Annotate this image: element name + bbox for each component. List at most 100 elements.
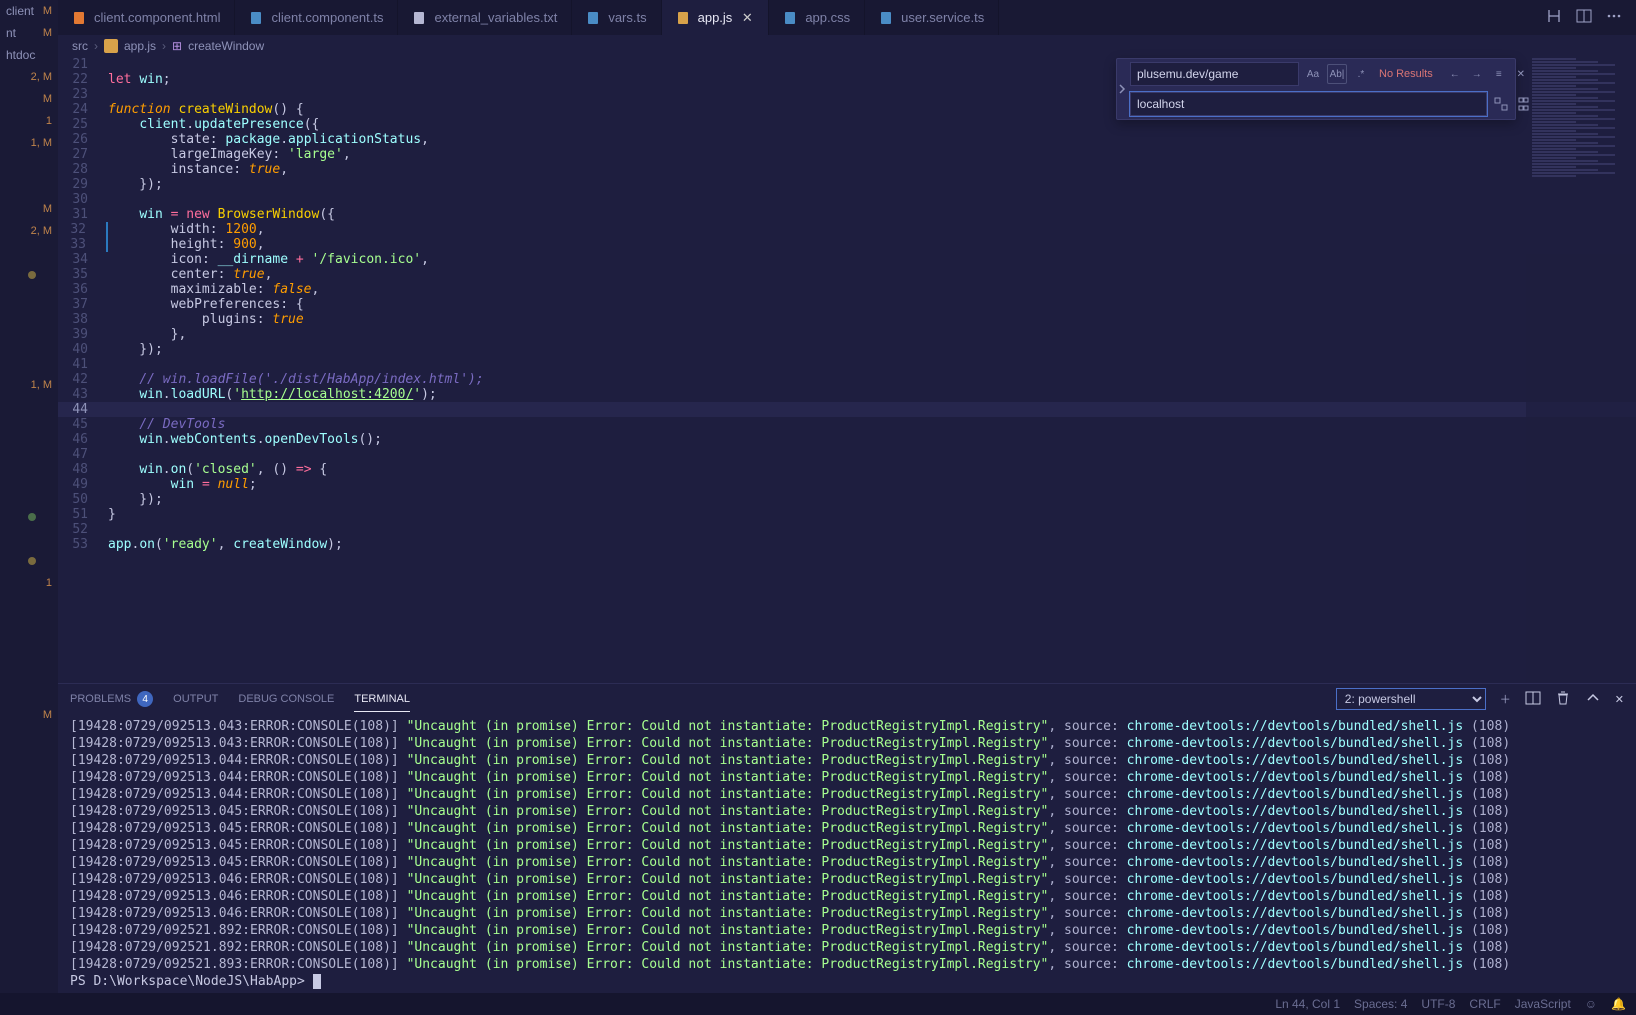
explorer-item[interactable]: htdocs/ga... (0, 44, 58, 66)
code-line[interactable]: win.on('closed', () => { (108, 462, 1636, 477)
tab-user-service-ts[interactable]: user.service.ts (865, 0, 999, 35)
tab-terminal[interactable]: TERMINAL (354, 687, 410, 712)
terminal-prompt[interactable]: PS D:\Workspace\NodeJS\HabApp> (70, 973, 1624, 990)
status-encoding[interactable]: UTF-8 (1421, 997, 1455, 1011)
status-eol[interactable]: CRLF (1469, 997, 1500, 1011)
explorer-item[interactable] (0, 528, 58, 550)
minimap[interactable] (1526, 57, 1636, 682)
breadcrumb-symbol[interactable]: createWindow (188, 39, 264, 53)
code-line[interactable]: }, (108, 327, 1636, 342)
line-number[interactable]: 50 (58, 492, 108, 507)
line-number[interactable]: 27 (58, 147, 108, 162)
line-number[interactable]: 41 (58, 357, 108, 372)
line-number[interactable]: 38 (58, 312, 108, 327)
line-number[interactable]: 35 (58, 267, 108, 282)
code-line[interactable]: // win.loadFile('./dist/HabApp/index.htm… (108, 372, 1636, 387)
explorer-item[interactable]: 1, M (0, 132, 58, 154)
code-line[interactable] (108, 402, 1636, 417)
line-number[interactable]: 51 (58, 507, 108, 522)
explorer-item[interactable] (0, 660, 58, 682)
line-number[interactable]: 31 (58, 207, 108, 222)
explorer-item[interactable] (0, 682, 58, 704)
line-number[interactable]: 33 (58, 237, 108, 252)
explorer-item[interactable] (0, 418, 58, 440)
find-input[interactable] (1130, 62, 1299, 86)
code-line[interactable]: win = null; (108, 477, 1636, 492)
kill-terminal-icon[interactable] (1555, 690, 1571, 709)
code-line[interactable]: state: package.applicationStatus, (108, 132, 1636, 147)
tab-client-component-html[interactable]: client.component.html (58, 0, 235, 35)
code-line[interactable]: win.loadURL('http://localhost:4200/'); (108, 387, 1636, 402)
line-number[interactable]: 34 (58, 252, 108, 267)
line-number[interactable]: 40 (58, 342, 108, 357)
line-number[interactable]: 29 (58, 177, 108, 192)
explorer-item[interactable] (0, 462, 58, 484)
code-line[interactable]: } (108, 507, 1636, 522)
explorer-item[interactable]: 1, M (0, 374, 58, 396)
line-number[interactable]: 39 (58, 327, 108, 342)
code-line[interactable]: // DevTools (108, 417, 1636, 432)
explorer-item[interactable] (0, 330, 58, 352)
explorer-item[interactable]: M (0, 198, 58, 220)
explorer-item[interactable]: 1 (0, 572, 58, 594)
line-number[interactable]: 52 (58, 522, 108, 537)
explorer-item[interactable] (0, 506, 58, 528)
explorer-item[interactable] (0, 616, 58, 638)
feedback-icon[interactable]: ☺ (1585, 997, 1597, 1011)
code-line[interactable]: }); (108, 492, 1636, 507)
line-number[interactable]: 37 (58, 297, 108, 312)
code-line[interactable]: plugins: true (108, 312, 1636, 327)
line-number[interactable]: 46 (58, 432, 108, 447)
code-line[interactable]: width: 1200, (108, 222, 1636, 237)
code-line[interactable] (108, 192, 1636, 207)
line-number[interactable]: 23 (58, 87, 108, 102)
code-line[interactable]: }); (108, 342, 1636, 357)
code-line[interactable] (108, 447, 1636, 462)
breadcrumb-folder[interactable]: src (72, 39, 88, 53)
explorer-item[interactable] (0, 594, 58, 616)
tab-problems[interactable]: PROBLEMS 4 (70, 685, 153, 713)
prev-match-icon[interactable]: ← (1445, 64, 1465, 84)
breadcrumb[interactable]: src › app.js › ⊞ createWindow (58, 35, 1636, 57)
explorer-item[interactable] (0, 264, 58, 286)
line-number[interactable]: 53 (58, 537, 108, 552)
explorer-item[interactable] (0, 176, 58, 198)
explorer-item[interactable]: clientM (0, 0, 58, 22)
next-match-icon[interactable]: → (1467, 64, 1487, 84)
close-panel-icon[interactable]: ✕ (1615, 693, 1624, 706)
code-line[interactable]: height: 900, (108, 237, 1636, 252)
breadcrumb-file[interactable]: app.js (124, 39, 156, 53)
split-terminal-icon[interactable] (1525, 690, 1541, 709)
match-case-icon[interactable]: Aa (1303, 64, 1323, 84)
code-line[interactable]: maximizable: false, (108, 282, 1636, 297)
line-number[interactable]: 30 (58, 192, 108, 207)
status-indent[interactable]: Spaces: 4 (1354, 997, 1407, 1011)
match-whole-word-icon[interactable]: Ab| (1327, 64, 1347, 84)
tab-debug-console[interactable]: DEBUG CONSOLE (238, 687, 334, 711)
explorer-item[interactable] (0, 242, 58, 264)
code-line[interactable]: }); (108, 177, 1636, 192)
line-number[interactable]: 22 (58, 72, 108, 87)
explorer-item[interactable]: 1 (0, 110, 58, 132)
compare-changes-icon[interactable] (1546, 8, 1562, 27)
line-number[interactable]: 45 (58, 417, 108, 432)
find-in-selection-icon[interactable]: ≡ (1489, 64, 1509, 84)
code-line[interactable]: largeImageKey: 'large', (108, 147, 1636, 162)
code-line[interactable]: win.webContents.openDevTools(); (108, 432, 1636, 447)
code-line[interactable]: app.on('ready', createWindow); (108, 537, 1636, 552)
line-number[interactable]: 44 (58, 402, 108, 417)
line-number[interactable]: 26 (58, 132, 108, 147)
line-number[interactable]: 36 (58, 282, 108, 297)
explorer-item[interactable]: 2, M (0, 220, 58, 242)
terminal-output[interactable]: [19428:0729/092513.043:ERROR:CONSOLE(108… (58, 714, 1636, 993)
line-number[interactable]: 32 (58, 222, 108, 237)
code-line[interactable] (108, 357, 1636, 372)
explorer-item[interactable]: 2, M (0, 66, 58, 88)
line-number[interactable]: 25 (58, 117, 108, 132)
explorer-item[interactable] (0, 550, 58, 572)
tab-app-js[interactable]: app.js✕ (662, 0, 770, 35)
tab-client-component-ts[interactable]: client.component.ts (235, 0, 398, 35)
line-number[interactable]: 49 (58, 477, 108, 492)
explorer-item[interactable] (0, 352, 58, 374)
tab-external_variables-txt[interactable]: external_variables.txt (398, 0, 572, 35)
